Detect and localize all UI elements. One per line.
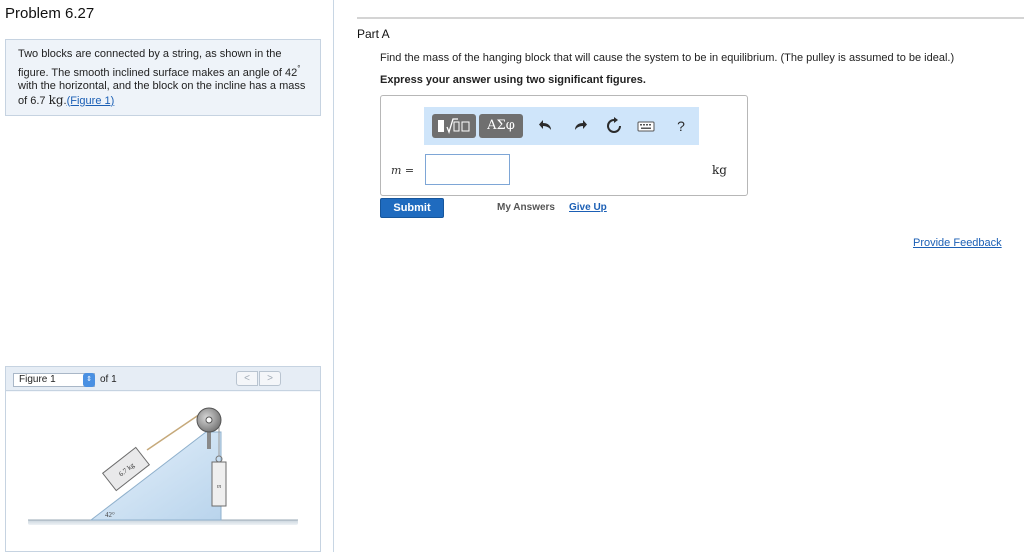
problem-panel: Problem 6.27 Two blocks are connected by… [0, 0, 334, 552]
math-toolbar: ΑΣφ ? [424, 107, 699, 145]
question-text: Find the mass of the hanging block that … [380, 52, 955, 64]
floor [28, 520, 298, 525]
problem-text-1: Two blocks are connected by a string, as… [18, 48, 298, 79]
pulley-hub [205, 416, 213, 424]
figure-link[interactable]: (Figure 1) [67, 95, 115, 107]
figure-toolbar: Figure 1 ⇕ of 1 < > [6, 367, 320, 391]
degree-symbol: ° [297, 63, 301, 73]
submit-button[interactable]: Submit [380, 198, 444, 218]
select-arrows-icon[interactable]: ⇕ [83, 373, 95, 387]
figure-image: 6.7 kg m 42° [6, 392, 320, 551]
mass-unit: kg [48, 92, 64, 107]
undo-icon[interactable] [536, 116, 556, 136]
incline-pulley-diagram: 6.7 kg m 42° [28, 407, 298, 525]
my-answers-label: My Answers [497, 202, 555, 213]
problem-statement: Two blocks are connected by a string, as… [5, 39, 321, 116]
figure-panel: Figure 1 ⇕ of 1 < > 6.7 kg m 42° [5, 366, 321, 552]
angle-label: 42° [105, 511, 115, 519]
unit-label: kg [712, 163, 727, 177]
provide-feedback-link[interactable]: Provide Feedback [913, 237, 1002, 249]
give-up-link[interactable]: Give Up [569, 202, 607, 213]
figure-select-value: Figure 1 [19, 374, 56, 385]
problem-title: Problem 6.27 [5, 5, 95, 22]
keyboard-icon[interactable] [636, 116, 656, 136]
part-divider [357, 17, 1024, 19]
variable-label: m = [391, 164, 415, 177]
figure-prev-button[interactable]: < [236, 371, 258, 386]
figure-next-button[interactable]: > [259, 371, 281, 386]
part-label: Part A [357, 27, 390, 41]
answer-input[interactable] [425, 154, 510, 185]
answer-box: ΑΣφ ? m = kg [380, 95, 748, 196]
template-glyph [438, 118, 470, 134]
figure-count: of 1 [100, 374, 117, 385]
template-icon[interactable] [432, 114, 476, 138]
reset-icon[interactable] [604, 116, 624, 136]
greek-symbols-button[interactable]: ΑΣφ [479, 114, 523, 138]
hanging-mass-label: m [217, 484, 222, 490]
help-icon[interactable]: ? [671, 116, 691, 136]
redo-icon[interactable] [570, 116, 590, 136]
figure-select[interactable]: Figure 1 ⇕ [13, 373, 95, 387]
instruction-text: Express your answer using two significan… [380, 74, 646, 86]
